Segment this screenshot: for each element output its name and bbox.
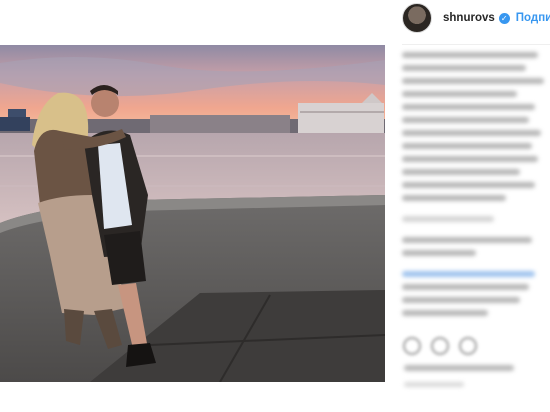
share-icon[interactable] [459, 337, 477, 355]
header-divider [402, 44, 550, 45]
post-actions [403, 337, 550, 359]
comment-icon[interactable] [431, 337, 449, 355]
profile-avatar[interactable] [402, 3, 432, 33]
username-link[interactable]: shnurovs [443, 12, 495, 24]
heart-icon[interactable] [403, 337, 421, 355]
comments-blurred [402, 52, 550, 352]
follow-button[interactable]: Подписат [516, 12, 550, 24]
post-date-blurred [404, 382, 464, 387]
likes-count-blurred [404, 365, 514, 371]
post-header: shnurovs ✓ Подписат [402, 0, 550, 36]
verified-badge-icon: ✓ [498, 12, 510, 24]
post-photo[interactable] [0, 45, 385, 382]
